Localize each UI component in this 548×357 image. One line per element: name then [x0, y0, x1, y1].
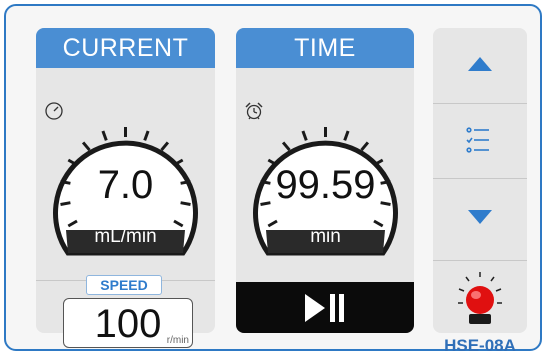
time-header: TIME — [236, 28, 414, 68]
alarm-indicator — [433, 268, 527, 330]
separator — [433, 103, 527, 104]
current-value: 7.0 — [97, 163, 154, 207]
current-gauge: 7.0 mL/min — [42, 108, 209, 268]
menu-button[interactable] — [433, 116, 527, 178]
separator — [433, 178, 527, 179]
gauge-tick — [81, 141, 91, 152]
control-column — [433, 28, 527, 333]
gauge-tick — [160, 141, 170, 152]
speed-display[interactable]: 100 r/min — [63, 298, 193, 348]
gauge-tick — [343, 130, 350, 141]
time-gauge: 99.59 min — [242, 108, 409, 268]
play-pause-button[interactable] — [236, 282, 414, 333]
speed-unit: r/min — [166, 335, 189, 346]
speed-label: SPEED — [86, 275, 162, 295]
red-alarm-light-icon — [458, 272, 502, 324]
current-panel: CURRENT 7.0 mL/min SPEED 100 r/min — [36, 28, 215, 348]
play-pause-icon — [305, 294, 344, 322]
current-unit: mL/min — [94, 226, 157, 247]
arrow-down-icon — [468, 210, 492, 224]
arrow-up-icon — [468, 57, 492, 71]
gauge-tick — [143, 130, 150, 141]
time-value: 99.59 — [275, 163, 376, 207]
current-header: CURRENT — [36, 28, 215, 68]
gauge-tick — [281, 141, 291, 152]
time-panel: TIME 99.59 min — [236, 28, 414, 333]
separator — [433, 260, 527, 261]
up-button[interactable] — [433, 28, 527, 90]
gauge-tick — [360, 141, 370, 152]
time-unit: min — [310, 226, 341, 247]
gauge-tick — [301, 130, 308, 141]
model-label: HSE-08A — [444, 336, 516, 355]
checklist-icon — [466, 127, 489, 153]
gauge-tick — [101, 130, 108, 141]
down-button[interactable] — [433, 188, 527, 250]
